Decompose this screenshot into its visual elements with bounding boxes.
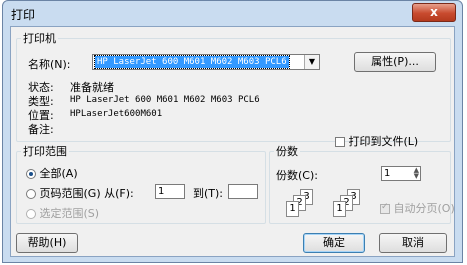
pages-to-label: 到(T): xyxy=(193,187,224,200)
collate-label: 自动分页(O) xyxy=(393,202,455,215)
range-all-label: 全部(A) xyxy=(39,167,78,180)
printer-name-value: HP LaserJet 600 M601 M602 M603 PCL6 xyxy=(94,55,290,69)
range-pages-label: 页码范围(G) 从(F): xyxy=(39,187,134,200)
close-button[interactable]: x xyxy=(412,3,456,22)
comment-label: 备注: xyxy=(28,123,54,136)
location-value: HPLaserJet600M601 xyxy=(70,109,163,119)
title-bar: 打印 x xyxy=(3,1,462,27)
collate-checkbox xyxy=(380,202,390,214)
cancel-button[interactable]: 取消 xyxy=(379,233,447,253)
copies-count-label: 份数(C): xyxy=(276,169,318,182)
range-selection-radio xyxy=(26,209,36,219)
dialog-title: 打印 xyxy=(11,8,36,22)
collate-illustration-1: 3 2 1 xyxy=(286,189,314,217)
printer-name-select[interactable]: HP LaserJet 600 M601 M602 M603 PCL6 ▼ xyxy=(92,54,320,70)
range-all-radio[interactable] xyxy=(26,169,36,179)
print-dialog: 打印 x 打印机 名称(N): HP LaserJet 600 M601 M60… xyxy=(2,0,463,263)
copies-count-value: 1 xyxy=(384,168,391,179)
close-icon: x xyxy=(430,5,438,19)
printer-group-label: 打印机 xyxy=(23,32,56,45)
printer-name-label: 名称(N): xyxy=(28,58,71,71)
collate-option: 自动分页(O) xyxy=(380,200,455,216)
page-icon: 1 xyxy=(286,201,299,217)
copies-count-input[interactable]: 1 ▲ ▼ xyxy=(381,166,421,181)
properties-button[interactable]: 属性(P)... xyxy=(354,52,436,72)
copies-group: 份数 份数(C): 1 ▲▼ 3 2 1 3 2 1 自动分页(O) xyxy=(269,143,455,224)
ok-button[interactable]: 确定 xyxy=(303,233,365,253)
page-icon: 1 xyxy=(333,201,346,217)
dialog-body: 打印机 名称(N): HP LaserJet 600 M601 M602 M60… xyxy=(10,26,455,257)
copies-group-label: 份数 xyxy=(276,145,298,158)
range-selection-label: 选定范围(S) xyxy=(39,207,100,220)
print-range-label: 打印范围 xyxy=(23,145,67,158)
collate-illustration-2: 3 2 1 xyxy=(333,189,361,217)
pages-from-input[interactable]: 1 xyxy=(155,184,185,199)
range-pages-radio[interactable] xyxy=(26,189,36,199)
range-selection-option: 选定范围(S) xyxy=(26,205,99,221)
spinner-arrows-icon[interactable]: ▲ ▼ xyxy=(414,167,419,180)
pages-to-input[interactable] xyxy=(228,184,258,199)
chevron-down-icon[interactable]: ▼ xyxy=(304,55,319,69)
range-pages-option[interactable]: 页码范围(G) 从(F): xyxy=(26,185,134,201)
print-range-group: 打印范围 全部(A) 页码范围(G) 从(F): 1 到(T): 选定范围(S) xyxy=(16,143,266,224)
printer-group: 打印机 名称(N): HP LaserJet 600 M601 M602 M60… xyxy=(16,30,451,148)
help-button[interactable]: 帮助(H) xyxy=(16,233,78,253)
range-all-option[interactable]: 全部(A) xyxy=(26,165,78,181)
type-value: HP LaserJet 600 M601 M602 M603 PCL6 xyxy=(70,95,260,105)
status-value: 准备就绪 xyxy=(70,81,114,94)
